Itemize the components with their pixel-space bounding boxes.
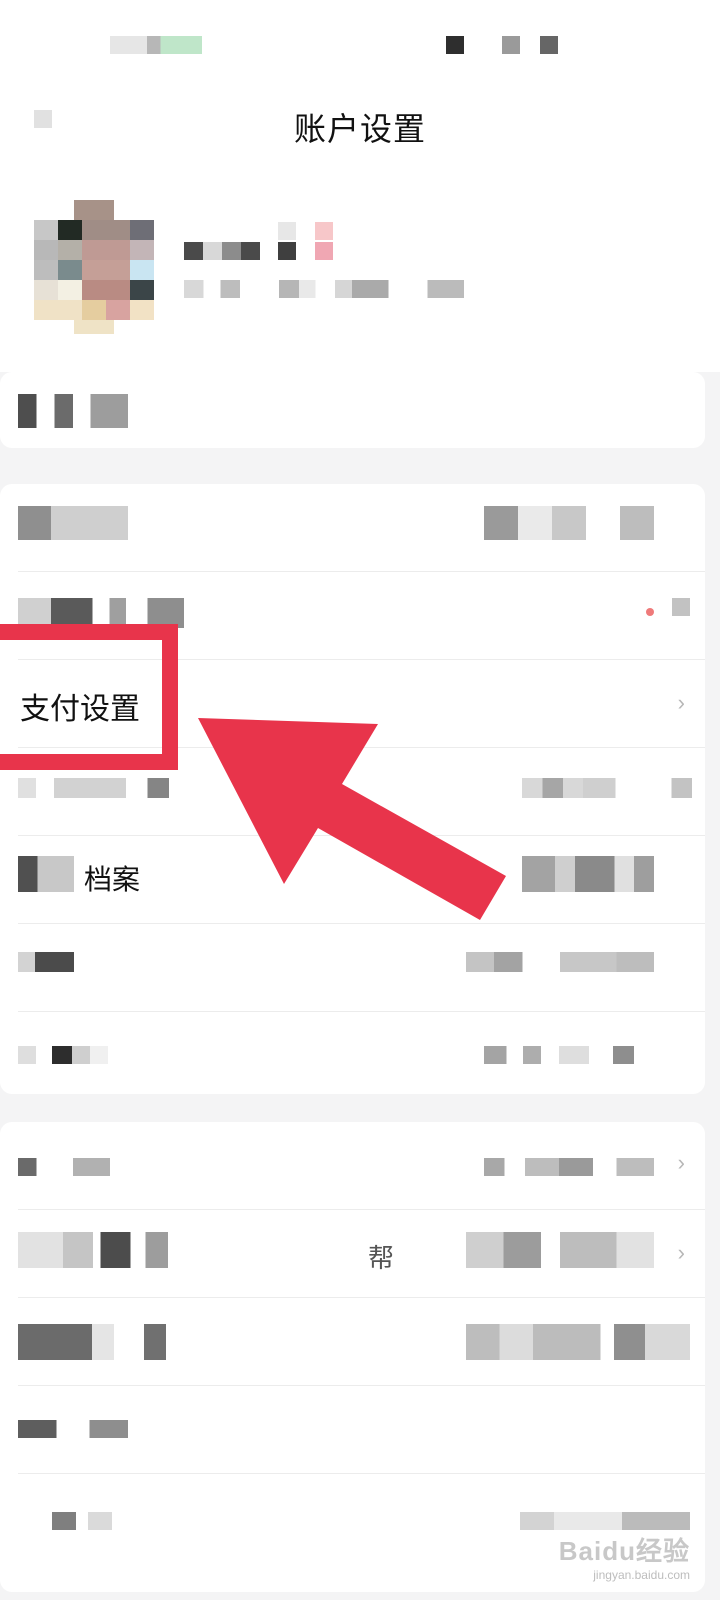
avatar[interactable]: [34, 200, 154, 334]
chevron-right-icon: ›: [677, 1150, 685, 1175]
notification-dot: [646, 608, 654, 616]
profile-account: [184, 280, 464, 298]
list-item[interactable]: [0, 1298, 705, 1386]
chevron-right-icon: ›: [677, 690, 685, 715]
help-row[interactable]: 帮 ›: [0, 1210, 705, 1298]
profile-name: [184, 242, 260, 260]
status-bar: [0, 0, 720, 80]
battery-icon: [540, 36, 558, 54]
highlight-box: [0, 624, 178, 770]
annotation-arrow: [198, 718, 506, 920]
help-label: 帮: [368, 1243, 395, 1273]
account-card: [0, 372, 705, 448]
list-item[interactable]: [0, 1386, 705, 1474]
signal-icon: [446, 36, 464, 54]
archive-label: 档案: [84, 864, 141, 895]
chevron-right-icon: ›: [677, 1240, 685, 1265]
list-item[interactable]: [0, 1012, 705, 1100]
list-item[interactable]: ›: [0, 1122, 705, 1210]
top-bar: 账户设置: [0, 80, 720, 172]
settings-card-2: › 帮 ›: [0, 1122, 705, 1592]
watermark-logo: Baidu经验: [558, 1536, 690, 1566]
watermark-url: jingyan.baidu.com: [593, 1568, 690, 1582]
list-item[interactable]: [0, 484, 705, 572]
profile-section[interactable]: [0, 172, 720, 372]
status-left-icons: [110, 36, 202, 54]
watermark: Baidu经验 jingyan.baidu.com: [559, 1531, 690, 1582]
wifi-icon: [502, 36, 520, 54]
row-label[interactable]: [18, 394, 128, 428]
page-title: 账户设置: [293, 111, 426, 147]
